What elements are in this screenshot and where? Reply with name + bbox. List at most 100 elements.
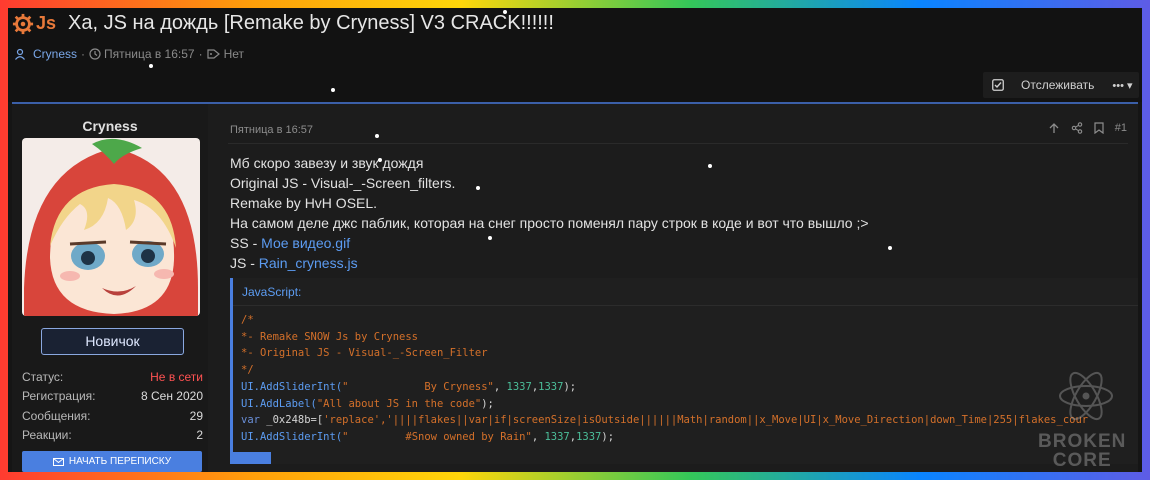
stat-label: Регистрация: [22,389,96,404]
code-line: */ [241,362,1088,379]
thread-prefix[interactable]: Js [36,13,56,34]
stat-value: 2 [196,428,203,443]
post-date[interactable]: Пятница в 16:57 [230,124,313,136]
post-line-ss: SS - Мое видео.gif [230,233,869,253]
stat-label: Статус: [22,369,64,384]
post-line: Мб скоро завезу и звук дождя [230,155,424,171]
user-info-panel: Cryness Новичок Статус: Не в сети Регист… [12,104,208,472]
post-number[interactable]: #1 [1115,122,1127,134]
code-token: 'replace' [323,414,381,427]
code-token: var [241,414,260,427]
code-token: UI.AddLabel( [241,397,317,410]
watch-button[interactable]: Отслеживать [1021,78,1094,92]
post-content-panel: Пятница в 16:57 #1 Мб скоро завезу и зву… [208,104,1138,472]
title-row: Js Ха, JS на дождь [Remake by Cryness] V… [12,12,554,35]
code-line: UI.AddSliderInt(" #Snow owned by Rain", … [241,430,615,443]
code-line: UI.AddLabel("All about JS in the code"); [241,397,494,410]
code-line: var _0x248b=['replace','||||flakes||var|… [241,412,1088,429]
tag-icon [206,49,220,59]
snow-particle [708,164,712,168]
avatar[interactable] [22,138,200,316]
code-token: 1337 [538,380,564,393]
more-options-icon[interactable]: ••• ▾ [1112,79,1132,92]
snow-particle [503,10,507,14]
snow-particle [476,186,480,190]
js-label: JS - [230,255,259,271]
stat-status: Статус: Не в сети [22,367,203,387]
code-header-divider [233,305,1138,306]
start-conversation-label: НАЧАТЬ ПЕРЕПИСКУ [68,456,172,467]
meta-separator: · [81,47,86,61]
stat-label: Сообщения: [22,408,91,423]
snow-particle [375,134,379,138]
code-token: *- Remake SNOW Js by Cryness [241,330,419,343]
post-line: Remake by HvH OSEL. [230,195,378,211]
stat-value: 29 [189,408,203,423]
stat-messages: Сообщения: 29 [22,406,203,426]
post-body: Мб скоро завезу и звук дождя Original JS… [230,153,869,273]
code-token: " By Cryness" [342,380,494,393]
ss-label: SS - [230,235,262,251]
js-link[interactable]: Rain_cryness.js [259,255,358,271]
code-line: /* [241,312,1088,329]
forum-thread-window: Js Ха, JS на дождь [Remake by Cryness] V… [8,8,1142,472]
watermark-line: CORE [1052,450,1112,471]
post-line-js: JS - Rain_cryness.js [230,253,869,273]
code-content[interactable]: /* *- Remake SNOW Js by Cryness *- Origina… [241,312,1088,446]
code-token: 1337 [544,430,570,443]
code-token: UI.AddSliderInt( [241,430,343,443]
more-options-label: ••• [1112,79,1124,92]
user-rank-badge: Новичок [41,328,184,355]
code-token: "All about JS in the code" [316,397,482,410]
ss-link[interactable]: Мое видео.gif [261,235,350,251]
checkbox-icon [992,79,1004,91]
post-divider [228,143,1128,144]
clock-icon [89,48,101,60]
thread-tags: Нет [223,47,245,61]
code-token: 1337 [506,380,532,393]
post-container: Cryness Новичок Статус: Не в сети Регист… [12,102,1138,472]
code-line: *- Original JS - Visual-_-Screen_Filter [241,345,1088,362]
stat-value: 8 Сен 2020 [140,389,203,404]
thread-title: Ха, JS на дождь [Remake by Cryness] V3 C… [68,12,554,34]
gear-icon [12,13,34,34]
post-actions: #1 [1048,122,1127,134]
snow-particle [331,88,335,92]
user-stats: Статус: Не в сети Регистрация: 8 Сен 202… [22,367,203,445]
thread-header: Js Ха, JS на дождь [Remake by Cryness] V… [8,8,1142,102]
stat-reactions: Реакции: 2 [22,426,203,446]
post-username[interactable]: Cryness [12,118,208,134]
thread-meta: Cryness · Пятница в 16:57 · Нет [14,47,244,61]
stat-value: Не в сети [150,369,203,384]
code-line: UI.AddSliderInt(" By Cryness", 1337,1337… [241,380,577,393]
snow-particle [888,246,892,250]
envelope-icon [52,457,64,466]
stat-registration: Регистрация: 8 Сен 2020 [22,387,203,407]
code-line: *- Remake SNOW Js by Cryness [241,329,1088,346]
code-token: " #Snow owned by Rain" [342,430,532,443]
code-token: UI.AddSliderInt( [241,380,343,393]
snow-particle [488,236,492,240]
thread-date[interactable]: Пятница в 16:57 [104,47,195,61]
code-expand-tab[interactable] [233,452,271,464]
watermark-line: BROKEN [1038,431,1127,452]
snow-particle [378,158,382,162]
share-icon[interactable] [1071,122,1083,134]
code-token: _0x248b=[ [259,414,324,427]
code-token: 1337 [576,430,602,443]
thread-toolbar: Отслеживать ••• ▾ [983,72,1139,98]
user-icon [15,48,25,60]
code-token: /* [241,314,254,326]
code-token: ,'||||flakes||var|if|screenSize|isOutsid… [380,414,1089,427]
stat-label: Реакции: [22,428,72,443]
thread-author-link[interactable]: Cryness [33,47,77,61]
bookmark-icon[interactable] [1094,122,1104,134]
code-token: *- Original JS - Visual-_-Screen_Filter [241,347,488,360]
watermark-logo: BROKEN CORE [1038,432,1126,470]
arrow-up-icon[interactable] [1048,122,1060,134]
post-line: Original JS - Visual-_-Screen_filters. [230,175,456,191]
start-conversation-button[interactable]: НАЧАТЬ ПЕРЕПИСКУ [22,451,202,472]
meta-separator: · [198,47,203,61]
code-block: JavaScript: /* *- Remake SNOW Js by Cryne… [230,278,1138,464]
code-token: */ [241,364,254,377]
